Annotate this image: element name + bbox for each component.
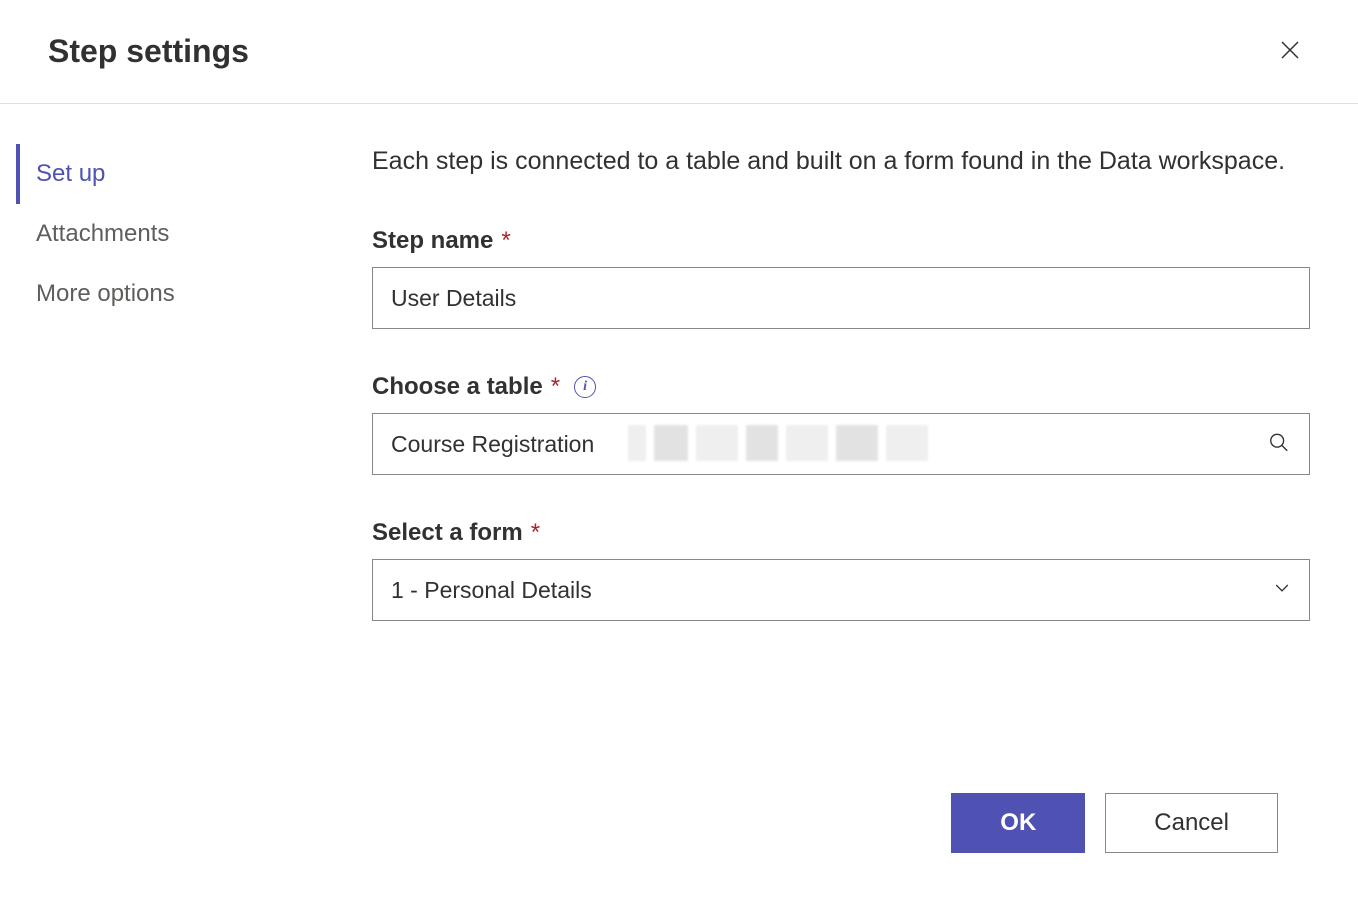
description-text: Each step is connected to a table and bu… xyxy=(372,144,1310,179)
sidebar-nav: Set up Attachments More options xyxy=(0,104,340,901)
footer-buttons: OK Cancel xyxy=(951,793,1278,853)
field-choose-table: Choose a table * i xyxy=(372,373,1310,475)
field-label: Choose a table * i xyxy=(372,373,1310,401)
close-button[interactable] xyxy=(1270,30,1310,73)
required-marker: * xyxy=(531,519,540,547)
label-text: Select a form xyxy=(372,519,523,547)
sidebar-item-label: More options xyxy=(36,280,175,307)
sidebar-item-attachments[interactable]: Attachments xyxy=(16,204,340,264)
field-label: Select a form * xyxy=(372,519,1310,547)
label-text: Choose a table xyxy=(372,373,543,401)
select-form-dropdown[interactable]: 1 - Personal Details xyxy=(372,559,1310,621)
select-wrapper: 1 - Personal Details xyxy=(372,559,1310,621)
required-marker: * xyxy=(501,227,510,255)
step-name-input[interactable] xyxy=(372,267,1310,329)
dialog-header: Step settings xyxy=(0,0,1358,104)
ok-button[interactable]: OK xyxy=(951,793,1085,853)
dialog-title: Step settings xyxy=(48,33,249,70)
sidebar-item-setup[interactable]: Set up xyxy=(16,144,340,204)
field-select-form: Select a form * 1 - Personal Details xyxy=(372,519,1310,621)
lookup-wrapper xyxy=(372,413,1310,475)
required-marker: * xyxy=(551,373,560,401)
dialog-body: Set up Attachments More options Each ste… xyxy=(0,104,1358,901)
info-icon[interactable]: i xyxy=(574,376,596,398)
field-label: Step name * xyxy=(372,227,1310,255)
choose-table-input[interactable] xyxy=(372,413,1310,475)
sidebar-item-more-options[interactable]: More options xyxy=(16,264,340,324)
lookup-search-button[interactable] xyxy=(1264,428,1294,461)
sidebar-item-label: Set up xyxy=(36,160,105,187)
search-icon xyxy=(1268,442,1290,457)
sidebar-item-label: Attachments xyxy=(36,220,169,247)
cancel-button[interactable]: Cancel xyxy=(1105,793,1278,853)
field-step-name: Step name * xyxy=(372,227,1310,329)
close-icon xyxy=(1278,38,1302,65)
label-text: Step name xyxy=(372,227,493,255)
main-content: Each step is connected to a table and bu… xyxy=(340,104,1358,901)
